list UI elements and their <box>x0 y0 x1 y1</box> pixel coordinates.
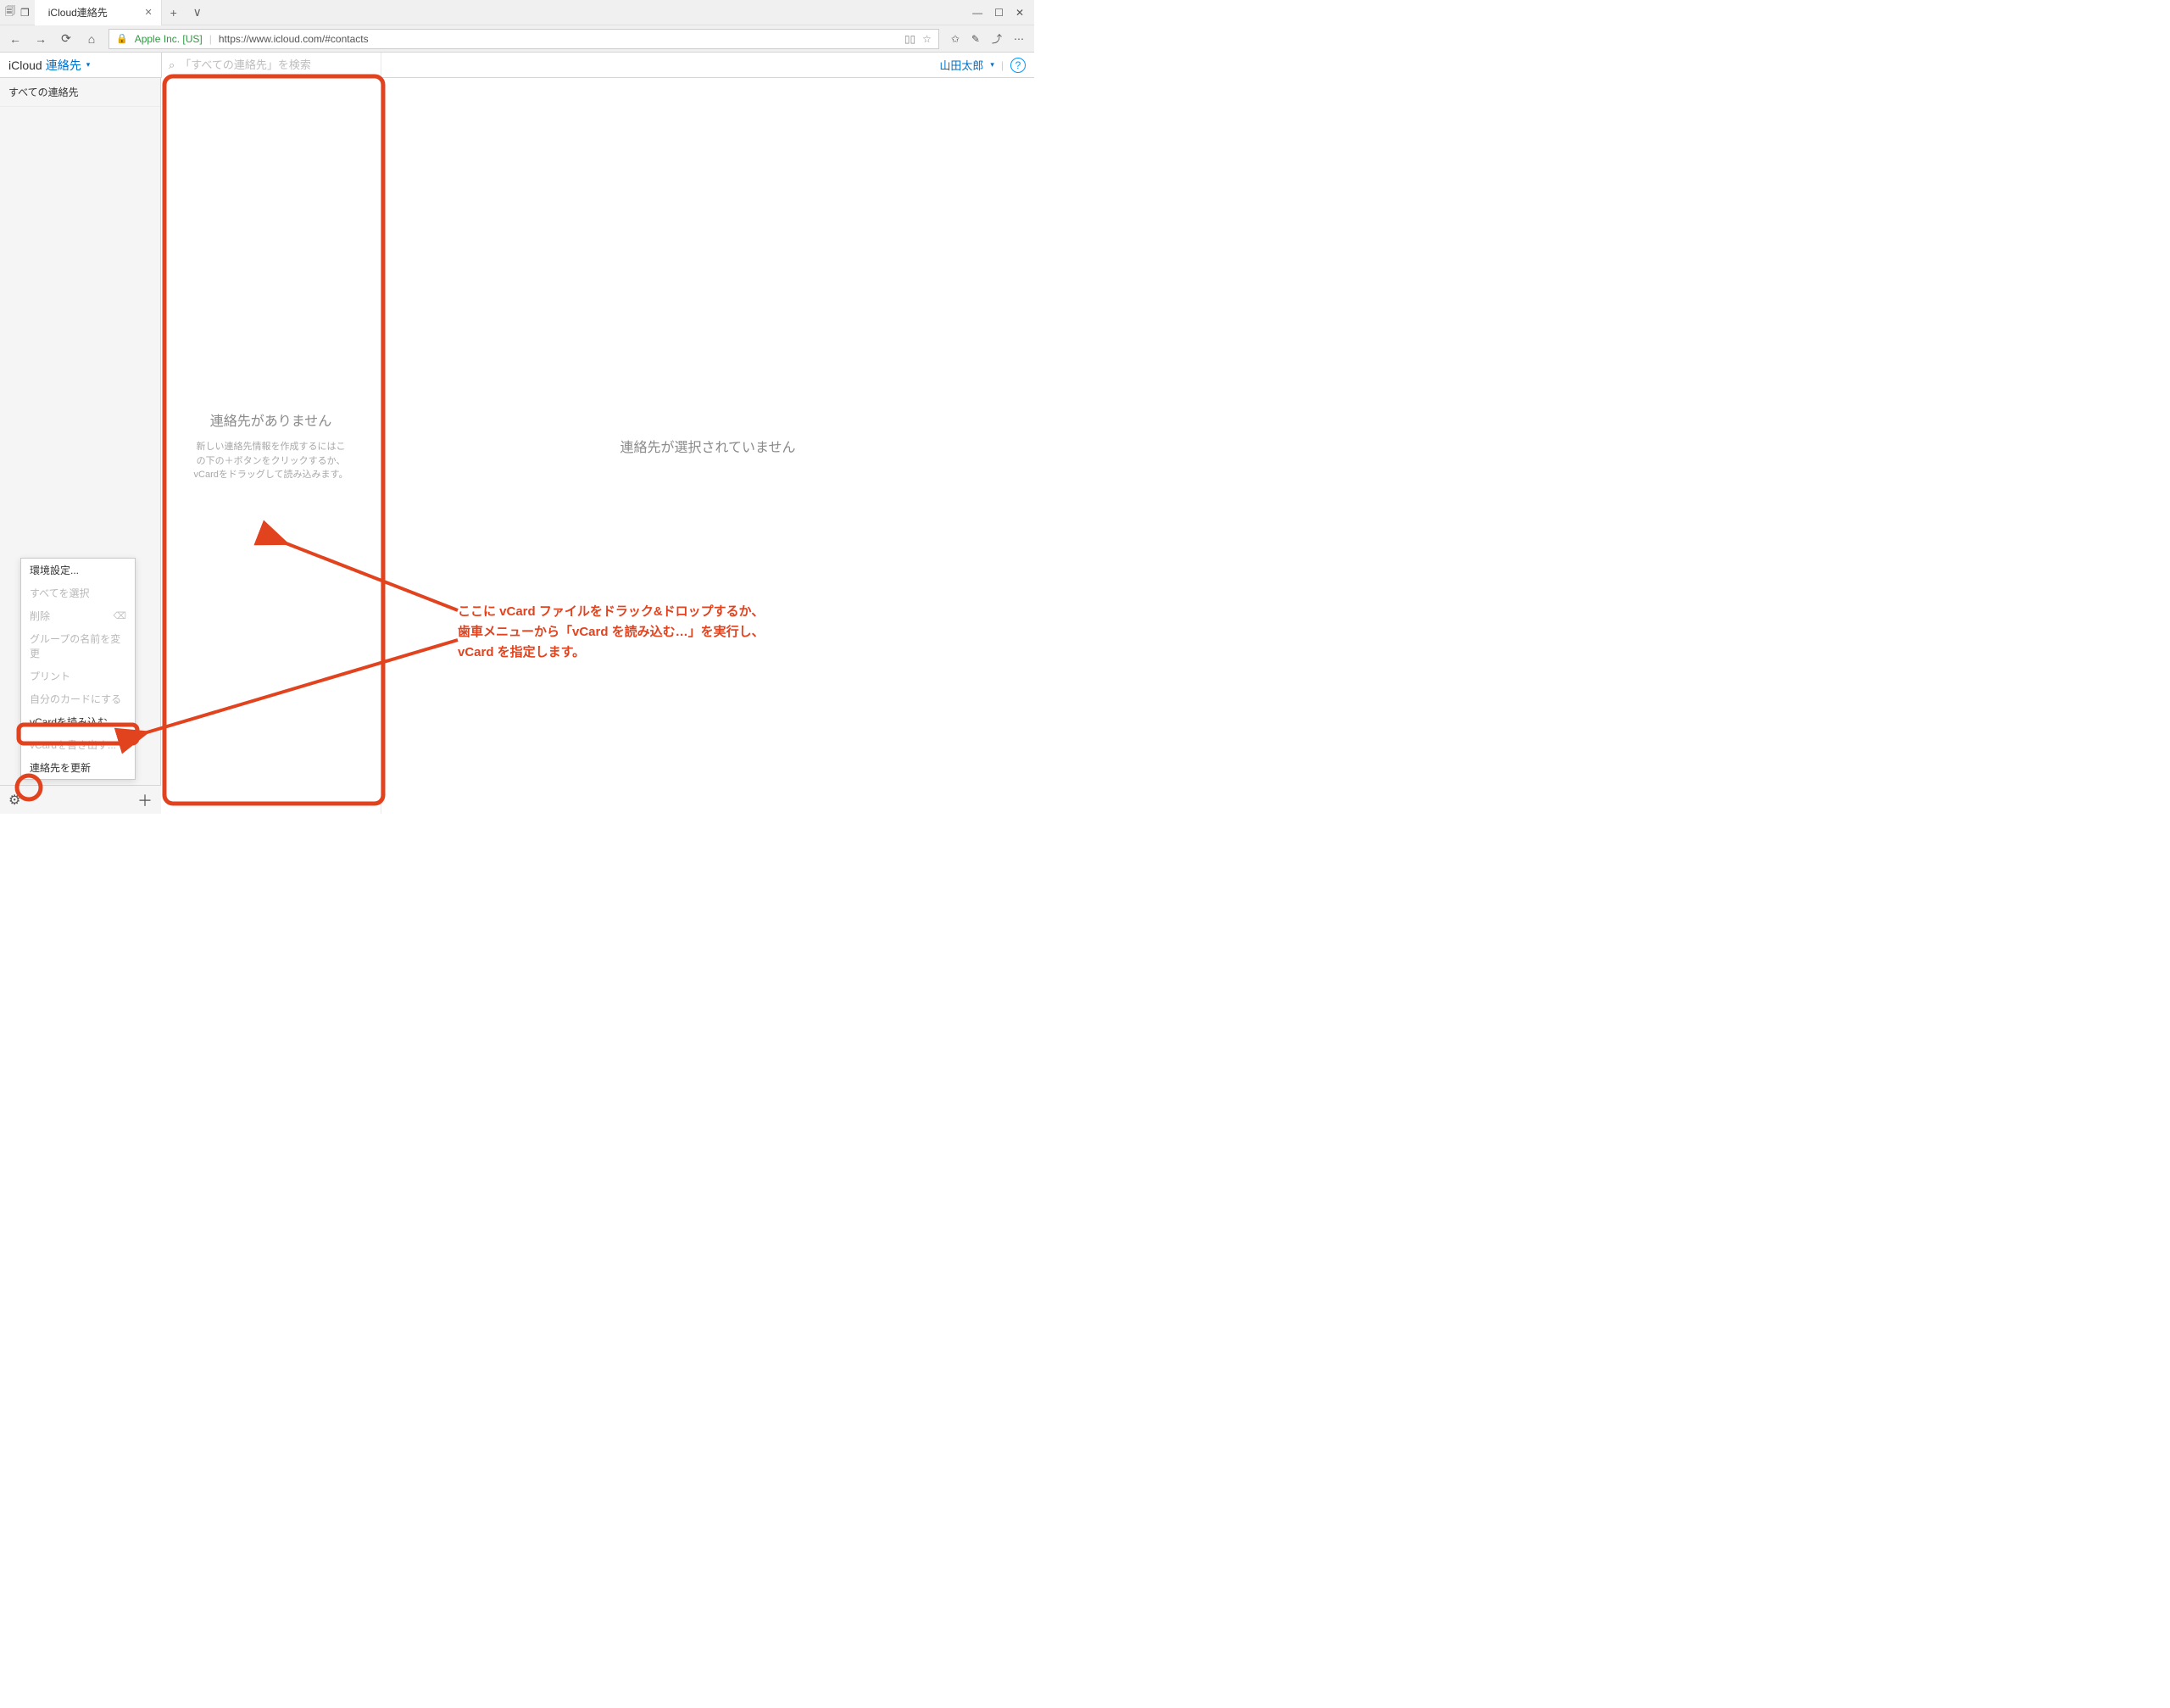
menu-item-label: すべてを選択 <box>30 586 89 600</box>
menu-item-label: プリント <box>30 669 70 683</box>
menu-item-label: vCardを読み込む... <box>30 715 116 729</box>
help-button[interactable]: ? <box>1010 58 1026 73</box>
account-name[interactable]: 山田太郎 <box>939 57 983 73</box>
groups-sidebar: すべての連絡先 ⚙ ＋ 環境設定... すべてを選択削除 ⌫ グループの名前を変更プリ… <box>0 78 161 814</box>
window-minimize-button[interactable]: — <box>972 7 982 19</box>
chevron-down-icon: ▾ <box>86 60 91 70</box>
sidebar-bottom-toolbar: ⚙ ＋ <box>0 785 161 814</box>
empty-list-title: 連絡先がありません <box>194 409 348 430</box>
reader-icon[interactable]: ▯▯ <box>904 33 915 45</box>
lock-icon: 🔒 <box>116 33 128 44</box>
menu-item-4: プリント <box>21 665 135 687</box>
window-maximize-button[interactable]: ☐ <box>994 7 1004 19</box>
gear-icon[interactable]: ⚙ <box>8 792 20 809</box>
notes-pen-icon[interactable]: ✎ <box>971 33 980 45</box>
url-box[interactable]: 🔒 Apple Inc. [US] | https://www.icloud.c… <box>108 29 939 49</box>
empty-list-sub-1: 新しい連絡先情報を作成するにはこ <box>194 440 348 454</box>
notes-icon[interactable]: 🗐 <box>5 3 15 21</box>
empty-list-sub-2: の下の＋ボタンをクリックするか、 <box>194 454 348 469</box>
gear-popup-menu: 環境設定... すべてを選択削除 ⌫ グループの名前を変更プリント自分のカードにする v… <box>20 558 136 780</box>
menu-item-label: 削除 <box>30 609 50 623</box>
favorite-star-icon[interactable]: ☆ <box>922 33 932 45</box>
add-button[interactable]: ＋ <box>137 789 153 811</box>
menu-item-1: すべてを選択 <box>21 581 135 604</box>
app-title-dropdown[interactable]: iCloud 連絡先 ▾ <box>0 57 161 74</box>
menu-item-7: vCardを書き出す... <box>21 733 135 756</box>
menu-item-0[interactable]: 環境設定... <box>21 559 135 581</box>
more-icon[interactable]: ⋯ <box>1014 33 1024 45</box>
refresh-button[interactable]: ⟳ <box>58 31 75 46</box>
window-close-button[interactable]: ✕ <box>1015 7 1024 19</box>
cert-label: Apple Inc. [US] <box>135 33 203 45</box>
browser-tab[interactable]: iCloud連絡先 ✕ <box>35 0 162 25</box>
menu-item-2: 削除 ⌫ <box>21 604 135 627</box>
sidebar-item-all-contacts[interactable]: すべての連絡先 <box>0 78 160 107</box>
new-tab-button[interactable]: + <box>162 0 186 25</box>
account-chevron-icon[interactable]: ▾ <box>990 60 994 70</box>
menu-item-label: vCardを書き出す... <box>30 737 116 752</box>
menu-item-label: グループの名前を変更 <box>30 631 126 660</box>
contact-list-column: 連絡先がありません 新しい連絡先情報を作成するにはこ の下の＋ボタンをクリックす… <box>161 78 381 814</box>
menu-item-shortcut: ⌫ <box>113 610 126 621</box>
menu-item-8[interactable]: 連絡先を更新 <box>21 756 135 779</box>
forward-button[interactable]: → <box>32 32 49 46</box>
search-field-container: ⌕ <box>161 53 381 78</box>
search-input[interactable] <box>180 58 374 71</box>
menu-item-label: 連絡先を更新 <box>30 760 91 775</box>
search-icon: ⌕ <box>169 58 175 72</box>
titlebar-left-icons: 🗐 ❐ <box>0 3 35 21</box>
tab-close-icon[interactable]: ✕ <box>145 7 153 18</box>
empty-list-sub-3: vCardをドラッグして読み込みます。 <box>194 468 348 482</box>
url-text: https://www.icloud.com/#contacts <box>219 33 369 45</box>
menu-item-label: 環境設定... <box>30 563 79 577</box>
home-button[interactable]: ⌂ <box>83 32 100 46</box>
favorites-icon[interactable]: ✩ <box>951 33 960 45</box>
menu-item-3: グループの名前を変更 <box>21 627 135 665</box>
icloud-contacts-app: iCloud 連絡先 ▾ ⌕ 山田太郎 ▾ | ? すべての連絡先 ⚙ ＋ <box>0 53 1034 814</box>
tab-dropdown-button[interactable]: ∨ <box>186 0 209 25</box>
tab-title: iCloud連絡先 <box>48 5 140 19</box>
browser-address-bar: ← → ⟳ ⌂ 🔒 Apple Inc. [US] | https://www.… <box>0 25 1034 53</box>
app-header: iCloud 連絡先 ▾ ⌕ 山田太郎 ▾ | ? <box>0 53 1034 78</box>
menu-item-label: 自分のカードにする <box>30 692 121 706</box>
contact-detail-column: 連絡先が選択されていません <box>381 78 1034 814</box>
menu-item-5: 自分のカードにする <box>21 687 135 710</box>
icloud-label: iCloud <box>8 58 42 72</box>
module-label: 連絡先 <box>46 57 81 74</box>
back-button[interactable]: ← <box>7 32 24 46</box>
share-icon[interactable]: ⤴ <box>992 31 1002 46</box>
browser-titlebar: 🗐 ❐ iCloud連絡先 ✕ + ∨ — ☐ ✕ <box>0 0 1034 25</box>
tabs-icon[interactable]: ❐ <box>20 7 30 19</box>
menu-item-6[interactable]: vCardを読み込む... <box>21 710 135 733</box>
empty-detail-text: 連絡先が選択されていません <box>620 436 795 456</box>
